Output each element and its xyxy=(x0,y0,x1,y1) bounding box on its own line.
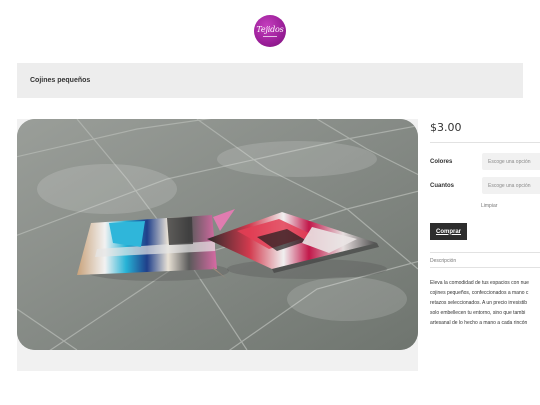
brand-logo[interactable]: Tejidos xyxy=(254,15,286,47)
description-line: cojines pequeños, confeccionados a mano … xyxy=(430,290,529,296)
option-label-cuantos: Cuantos xyxy=(430,183,454,189)
buy-button[interactable]: Comprar xyxy=(430,223,467,240)
description-line: solo embellecen tu entorno, sino que tam… xyxy=(430,310,526,316)
clear-options-link[interactable]: Limpiar xyxy=(481,203,497,209)
divider xyxy=(430,267,540,268)
brand-logo-text: Tejidos xyxy=(256,24,284,34)
colores-select-placeholder: Escoge una opción xyxy=(488,158,531,165)
product-gallery xyxy=(17,119,418,371)
option-label-colores: Colores xyxy=(430,159,453,165)
colores-select[interactable]: Escoge una opción xyxy=(482,153,540,170)
cuantos-select-placeholder: Escoge una opción xyxy=(488,182,531,189)
tab-description[interactable]: Descripción xyxy=(430,258,456,264)
brand-logo-underline xyxy=(263,35,277,37)
description-line: artesanal de lo hecho a mano a cada rinc… xyxy=(430,320,528,326)
product-photo-illustration xyxy=(17,119,418,350)
product-image[interactable] xyxy=(17,119,418,350)
description-line: Eleva la comodidad de tus espacios con n… xyxy=(430,280,529,286)
page-title-bar: Cojines pequeños xyxy=(17,63,523,98)
cuantos-select[interactable]: Escoge una opción xyxy=(482,177,540,194)
divider xyxy=(430,252,540,253)
product-description: Eleva la comodidad de tus espacios con n… xyxy=(430,278,540,328)
product-price: $3.00 xyxy=(430,121,462,134)
divider xyxy=(430,142,540,143)
description-line: retazos seleccionados. A un precio irres… xyxy=(430,300,527,306)
page-title: Cojines pequeños xyxy=(30,77,91,84)
